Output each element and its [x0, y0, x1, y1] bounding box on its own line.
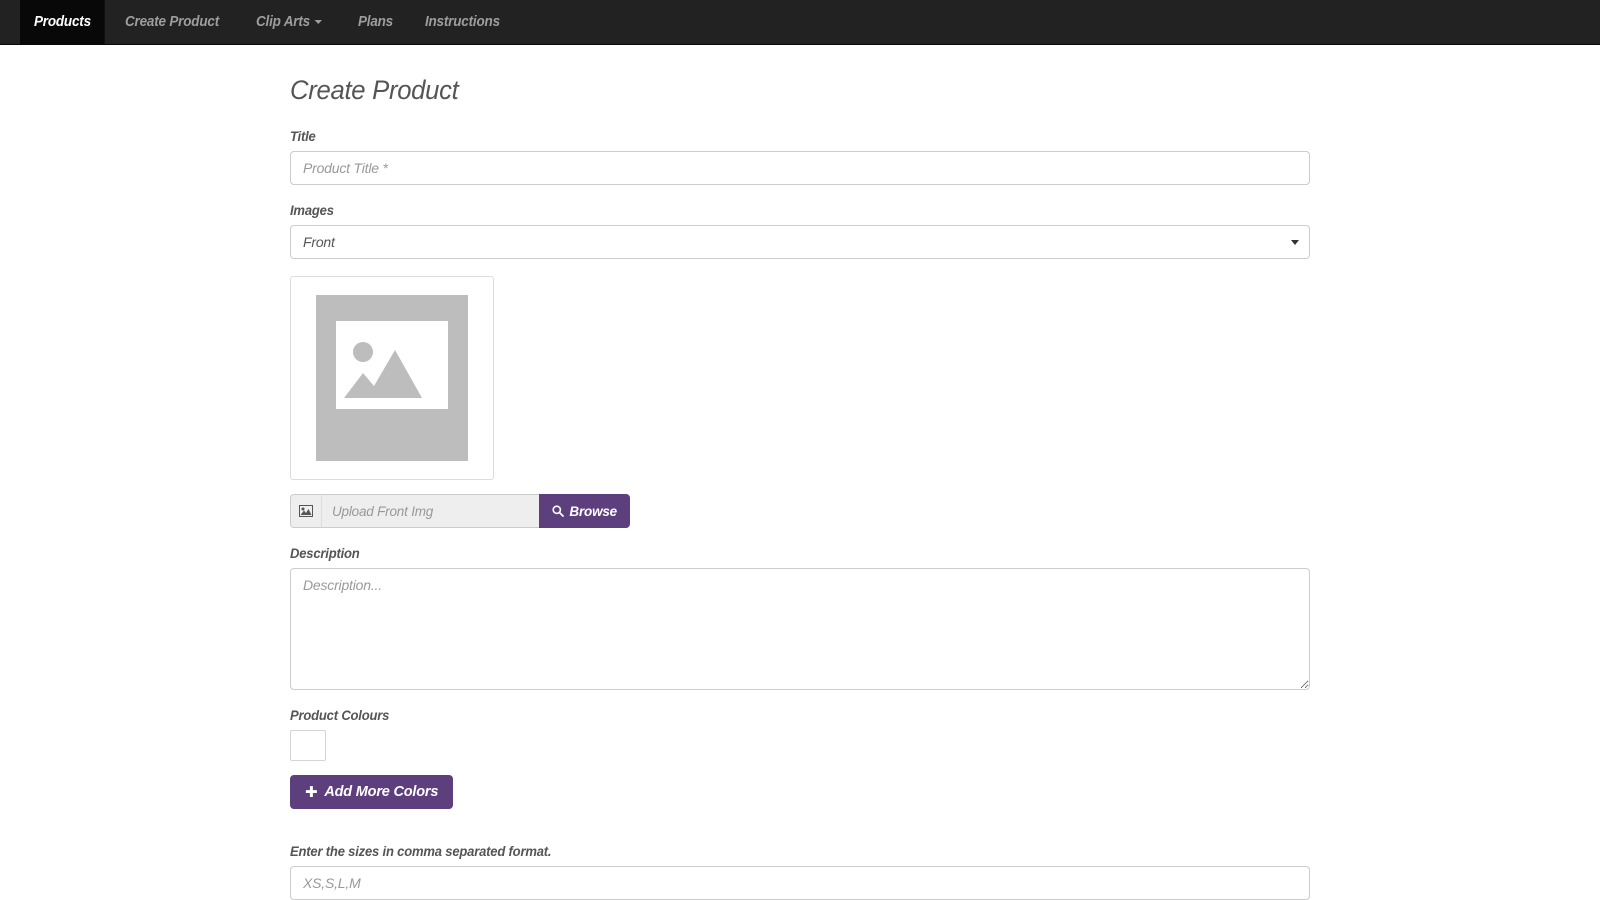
- product-title-input[interactable]: [290, 151, 1310, 185]
- colour-swatch-row: [290, 730, 1310, 761]
- nav-item-label: Clip Arts: [256, 14, 310, 30]
- description-textarea[interactable]: [290, 568, 1310, 690]
- nav-item-label: Instructions: [425, 14, 500, 30]
- browse-button-label: Browse: [569, 504, 617, 519]
- title-form-group: Title: [290, 128, 1310, 185]
- nav-item-label: Create Product: [125, 14, 219, 30]
- main-navbar: Products Create Product Clip Arts Plans …: [0, 0, 1600, 45]
- nav-item-create-product[interactable]: Create Product: [111, 0, 233, 44]
- product-colours-form-group: Product Colours ✚ Add More Colors: [290, 707, 1310, 826]
- search-icon: [552, 505, 564, 517]
- add-more-colors-label: Add More Colors: [324, 784, 438, 800]
- nav-item-label: Plans: [357, 14, 392, 30]
- upload-front-image-input[interactable]: [321, 494, 539, 528]
- create-product-form-container: Create Product Title Images Front: [290, 45, 1310, 900]
- nav-item-instructions[interactable]: Instructions: [411, 0, 514, 44]
- sizes-input[interactable]: [290, 866, 1310, 900]
- upload-front-image-group: Browse: [290, 494, 630, 528]
- colour-swatch-fill: [293, 732, 295, 751]
- images-form-group: Images Front: [290, 202, 1310, 259]
- colour-swatch[interactable]: [290, 730, 326, 761]
- description-form-group: Description: [290, 545, 1310, 690]
- description-label: Description: [290, 545, 1239, 561]
- image-placeholder-icon: [316, 295, 468, 461]
- product-colours-label: Product Colours: [290, 707, 1239, 723]
- nav-item-products[interactable]: Products: [20, 0, 105, 44]
- title-label: Title: [290, 128, 1239, 144]
- nav-item-clip-arts[interactable]: Clip Arts: [242, 0, 336, 44]
- images-select[interactable]: Front: [290, 225, 1310, 259]
- add-more-colors-button[interactable]: ✚ Add More Colors: [290, 775, 453, 809]
- sizes-label: Enter the sizes in comma separated forma…: [290, 843, 1239, 859]
- sizes-form-group: Enter the sizes in comma separated forma…: [290, 843, 1310, 900]
- chevron-down-icon: [315, 20, 322, 24]
- nav-item-plans[interactable]: Plans: [344, 0, 407, 44]
- plus-icon: ✚: [305, 785, 317, 800]
- page-title: Create Product: [290, 75, 1259, 106]
- nav-item-label: Products: [34, 14, 91, 30]
- browse-button[interactable]: Browse: [539, 494, 630, 528]
- picture-icon: [290, 494, 321, 528]
- image-preview-thumbnail: [290, 276, 494, 480]
- images-label: Images: [290, 202, 1239, 218]
- images-select-wrap: Front: [290, 225, 1310, 259]
